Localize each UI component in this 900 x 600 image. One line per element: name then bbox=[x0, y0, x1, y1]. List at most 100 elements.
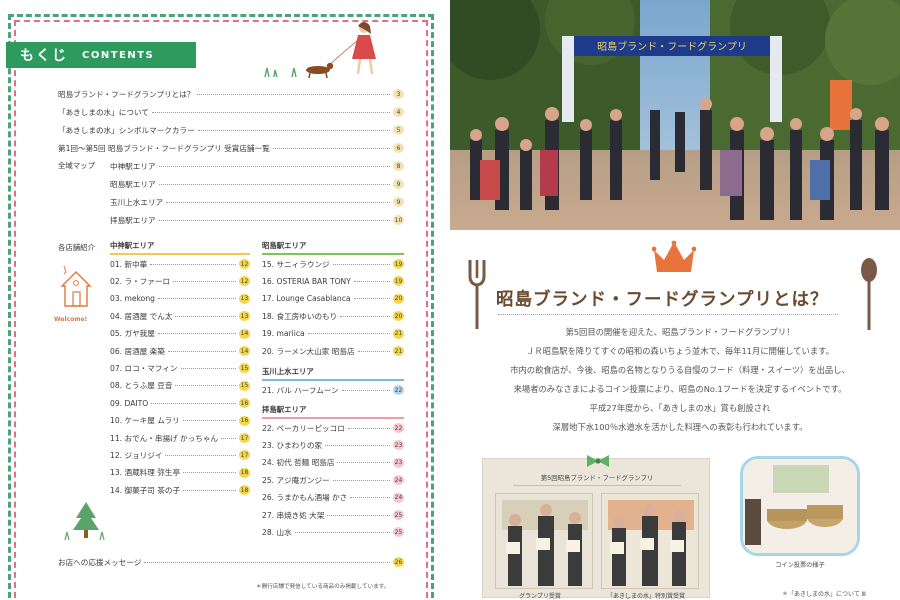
shop-list-item[interactable]: 02. ラ・ファーロ 12 bbox=[110, 275, 250, 287]
water-award-caption: 「あきしまの水」特別賞受賞 bbox=[607, 593, 686, 600]
shop-list-item[interactable]: 16. OSTERIA BAR TONY 19 bbox=[262, 275, 404, 287]
toc-row-support[interactable]: お店への応援メッセージ 26 bbox=[58, 556, 404, 568]
shop-list-item[interactable]: 18. 食工房ゆいのもり 20 bbox=[262, 310, 404, 322]
page-number: 17 bbox=[239, 450, 250, 461]
shop-name: 25. アジ庵ガンジー bbox=[262, 475, 330, 485]
shop-list-item[interactable]: 23. ひまわりの家 23 bbox=[262, 439, 404, 451]
shop-list-item[interactable]: 04. 居酒屋 でん太 13 bbox=[110, 310, 250, 322]
banner-text: 昭島ブランド・フードグランプリ bbox=[597, 40, 747, 53]
shop-list-item[interactable]: 27. 串焼き処 大架 25 bbox=[262, 509, 404, 521]
shop-name: 11. おでん・串揚げ かっちゃん bbox=[110, 433, 219, 443]
shop-name: 04. 居酒屋 でん太 bbox=[110, 311, 173, 321]
shop-list-item[interactable]: 09. DAITO 16 bbox=[110, 397, 250, 409]
shop-name: 24. 初代 哲麺 昭島店 bbox=[262, 458, 335, 468]
page-number: 13 bbox=[239, 293, 250, 304]
intro-line-4: 来場者のみなさまによるコイン投票により、昭島のNo.1フードを決定するイベントで… bbox=[513, 384, 847, 394]
intro-line-5: 平成27年度から、「あきしまの水」賞も創設され bbox=[589, 403, 771, 413]
intro-line-2: ＪＲ昭島駅を降りてすぐの昭和の森いちょう並木で、毎年11月に開催しています。 bbox=[526, 346, 834, 356]
shop-list-item[interactable]: 14. 御菓子司 茶の子 18 bbox=[110, 484, 250, 496]
page-number: 9 bbox=[393, 197, 404, 207]
toc-row[interactable]: 「あきしまの水」シンボルマークカラー 5 bbox=[58, 124, 404, 136]
crown-icon bbox=[652, 240, 696, 272]
page-number: 21 bbox=[393, 346, 404, 356]
shop-list-item[interactable]: 22. ベーカリーピッコロ 22 bbox=[262, 422, 404, 434]
page-number: 16 bbox=[239, 415, 250, 426]
shop-name: 12. ジョリジイ bbox=[110, 450, 163, 460]
shop-list-item[interactable]: 15. サニィラウンジ 19 bbox=[262, 258, 404, 270]
toc-row[interactable]: 「あきしまの水」について 4 bbox=[58, 106, 404, 118]
page-number: 20 bbox=[393, 311, 404, 322]
page-number: 17 bbox=[239, 433, 250, 443]
coin-voting-caption: コイン投票の様子 bbox=[775, 562, 825, 569]
ribbon-icon bbox=[587, 455, 609, 467]
page-number: 12 bbox=[239, 259, 250, 269]
shop-name: 16. OSTERIA BAR TONY bbox=[262, 276, 351, 286]
toc-row[interactable]: 拝島駅エリア 10 bbox=[110, 214, 404, 226]
shop-list-item[interactable]: 28. 山水 25 bbox=[262, 526, 404, 538]
contents-title-jp: もくじ bbox=[20, 48, 68, 64]
intro-line-6: 深層地下水100％水道水を活かした料理への表彰も行われています。 bbox=[552, 422, 808, 432]
toc-row[interactable]: 玉川上水エリア 9 bbox=[110, 196, 404, 208]
title-underline bbox=[498, 314, 838, 315]
toc-row[interactable]: 第1回〜第5回 昭島ブランド・フードグランプリ 受賞店舗一覧 6 bbox=[58, 142, 404, 154]
page-number: 22 bbox=[393, 423, 404, 433]
shop-name: 03. mekong bbox=[110, 294, 155, 304]
page-number: 9 bbox=[393, 179, 404, 189]
house-icon bbox=[60, 265, 92, 307]
shop-list-item[interactable]: 26. うまかもん酒場 かさ 24 bbox=[262, 492, 404, 504]
page-number: 23 bbox=[393, 440, 404, 451]
shop-list-item[interactable]: 05. ガヤ我屋 14 bbox=[110, 328, 250, 340]
contents-header: もくじ CONTENTS bbox=[6, 42, 196, 68]
page-number: 14 bbox=[239, 346, 250, 356]
shop-list-item[interactable]: 12. ジョリジイ 17 bbox=[110, 449, 250, 461]
shop-list-item[interactable]: 20. ラーメン大山家 昭島店 21 bbox=[262, 345, 404, 357]
intro-line-1: 第5回目の開催を迎えた、昭島ブランド・フードグランプリ！ bbox=[565, 327, 795, 337]
page-number: 19 bbox=[393, 259, 404, 269]
page-number: 24 bbox=[393, 492, 404, 503]
water-award-winners-photo bbox=[601, 493, 699, 589]
shop-name: 19. mariica bbox=[262, 329, 305, 339]
shop-name: 02. ラ・ファーロ bbox=[110, 276, 171, 286]
page-number: 23 bbox=[393, 457, 404, 468]
contents-page: もくじ CONTENTS 昭島ブランド・フードグランプリとは？ 3 「あきしまの水… bbox=[0, 0, 440, 598]
fifth-grandprix-box: 第5回昭島ブランド・フードグランプリ グランプリ受賞 「あきしまの水」特別賞受賞 bbox=[482, 455, 710, 600]
shops-section-label: 各店舗紹介 bbox=[58, 243, 95, 252]
shop-name: 14. 御菓子司 茶の子 bbox=[110, 485, 181, 495]
page-number: 25 bbox=[393, 527, 404, 538]
toc-row[interactable]: 昭島ブランド・フードグランプリとは？ 3 bbox=[58, 88, 404, 100]
page-number: 25 bbox=[393, 510, 404, 520]
shop-list-item[interactable]: 10. ケーキ屋 ムラリ 16 bbox=[110, 415, 250, 427]
shop-list-item[interactable]: 01. 新中華 12 bbox=[110, 258, 250, 270]
shop-list-item[interactable]: 19. mariica 21 bbox=[262, 328, 404, 340]
shop-list-item[interactable]: 25. アジ庵ガンジー 24 bbox=[262, 474, 404, 486]
shop-list-item[interactable]: 13. 酒蔵料理 弥生亭 18 bbox=[110, 467, 250, 479]
toc-row[interactable]: 中神駅エリア 8 bbox=[110, 160, 404, 172]
shop-name: 26. うまかもん酒場 かさ bbox=[262, 493, 348, 503]
page-number: 15 bbox=[239, 363, 250, 374]
tree-illustration bbox=[64, 502, 105, 541]
shop-name: 05. ガヤ我屋 bbox=[110, 329, 155, 339]
page-number: 8 bbox=[393, 161, 404, 171]
page-number: 21 bbox=[393, 328, 404, 339]
shop-list-item[interactable]: 07. ロコ・マフィン 15 bbox=[110, 362, 250, 374]
shop-name: 01. 新中華 bbox=[110, 259, 148, 269]
toc-row[interactable]: 昭島駅エリア 9 bbox=[110, 178, 404, 190]
shop-name: 08. とうふ屋 豆音 bbox=[110, 381, 173, 391]
shop-list-item[interactable]: 21. バル ハーフムーン 22 bbox=[262, 384, 404, 396]
page-number: 5 bbox=[393, 125, 404, 135]
shop-name: 18. 食工房ゆいのもり bbox=[262, 311, 338, 321]
footnote: ＊開行店舗で発信している商品のみ掲載しています。 bbox=[256, 584, 390, 590]
shop-list-item[interactable]: 11. おでん・串揚げ かっちゃん 17 bbox=[110, 432, 250, 444]
page-number: 18 bbox=[239, 467, 250, 478]
shop-list-item[interactable]: 17. Lounge Casablanca 20 bbox=[262, 293, 404, 305]
area-heading-akishima: 昭島駅エリア bbox=[262, 240, 404, 255]
shop-name: 13. 酒蔵料理 弥生亭 bbox=[110, 468, 181, 478]
shop-list-item[interactable]: 03. mekong 13 bbox=[110, 293, 250, 305]
shop-list-item[interactable]: 08. とうふ屋 豆音 15 bbox=[110, 380, 250, 392]
shop-name: 10. ケーキ屋 ムラリ bbox=[110, 416, 180, 426]
shop-list-item[interactable]: 06. 居酒屋 楽築 14 bbox=[110, 345, 250, 357]
spoon-icon bbox=[861, 258, 877, 330]
shop-list-item[interactable]: 24. 初代 哲麺 昭島店 23 bbox=[262, 457, 404, 469]
page-number: 26 bbox=[393, 557, 404, 567]
page-number: 3 bbox=[393, 89, 404, 99]
